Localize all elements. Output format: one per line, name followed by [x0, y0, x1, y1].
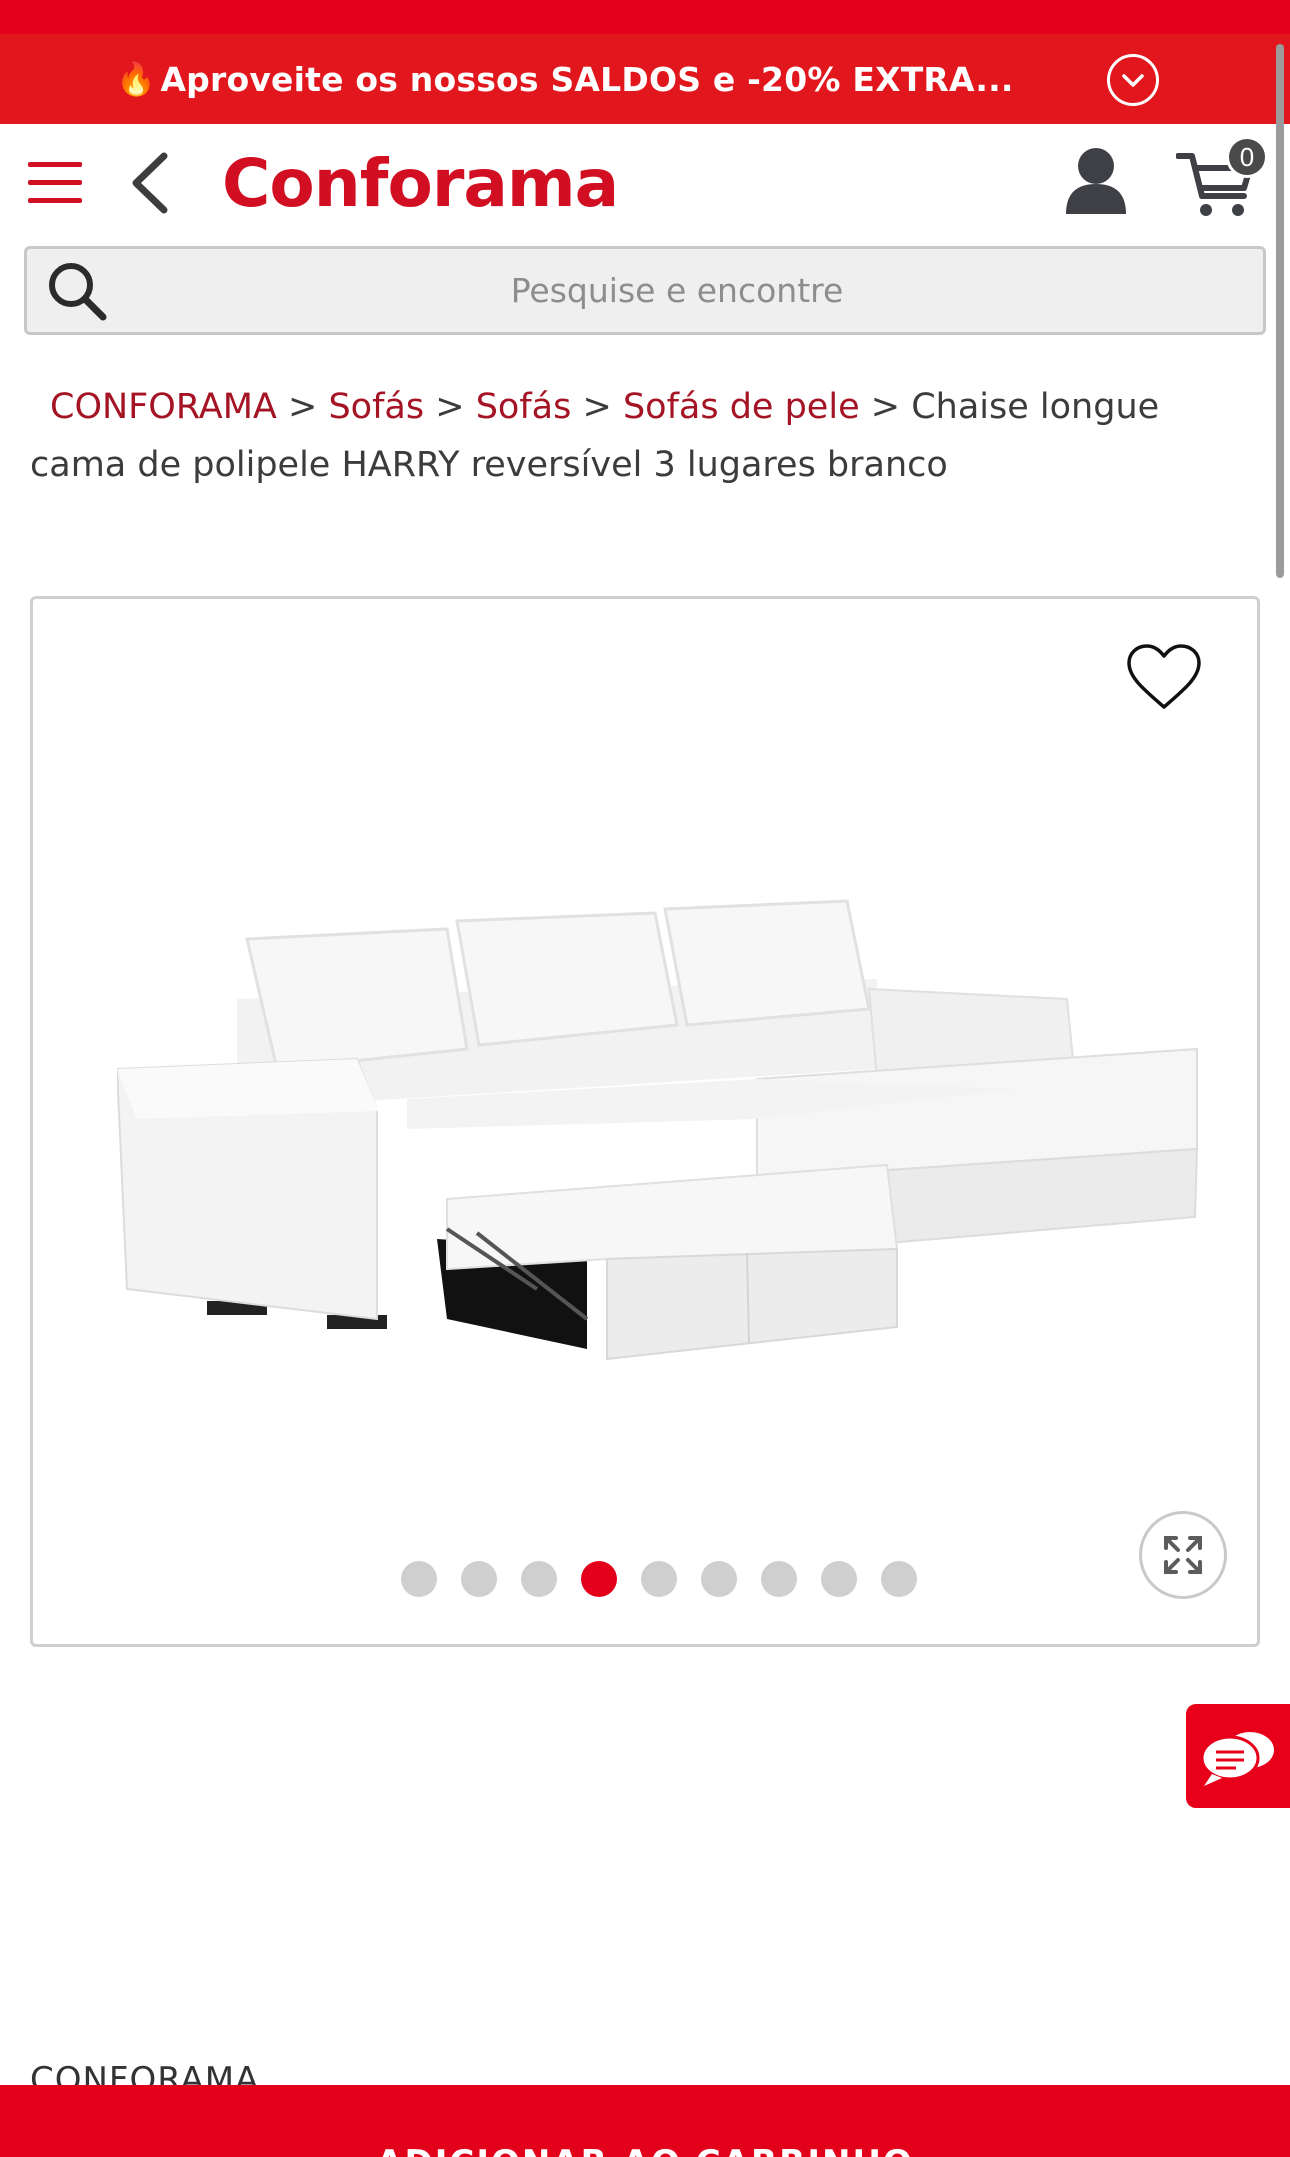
heart-icon[interactable] — [1125, 643, 1203, 713]
add-to-cart-button[interactable]: ADICIONAR AO CARRINHO — [0, 2085, 1290, 2157]
cart-count-badge: 0 — [1226, 136, 1268, 178]
breadcrumb-separator: > — [582, 387, 612, 427]
gallery-dot[interactable] — [581, 1561, 617, 1597]
breadcrumb-item-sofas-sub[interactable]: Sofás — [476, 387, 572, 427]
chat-icon — [1200, 1732, 1274, 1786]
page: 🔥 Aproveite os nossos SALDOS e -20% EXTR… — [0, 0, 1290, 2157]
menu-icon[interactable] — [28, 154, 84, 210]
account-icon[interactable] — [1064, 146, 1128, 216]
gallery-dot[interactable] — [401, 1561, 437, 1597]
site-header: Conforama — [0, 124, 1290, 242]
breadcrumb: CONFORAMA > Sofás > Sofás > Sofás de pel… — [30, 378, 1266, 494]
breadcrumb-separator: > — [287, 387, 318, 427]
gallery-pagination — [33, 1561, 1257, 1601]
product-gallery[interactable] — [30, 596, 1260, 1647]
logo[interactable]: Conforama — [222, 138, 619, 228]
add-to-cart-label: ADICIONAR AO CARRINHO — [0, 2143, 1290, 2157]
back-icon[interactable] — [122, 150, 182, 216]
flame-icon: 🔥 — [116, 60, 157, 98]
search-icon[interactable] — [45, 259, 109, 323]
gallery-dot[interactable] — [521, 1561, 557, 1597]
search-bar — [24, 246, 1266, 335]
search-input[interactable] — [127, 249, 1227, 332]
breadcrumb-separator: > — [435, 387, 465, 427]
gallery-dot[interactable] — [821, 1561, 857, 1597]
promo-text: Aproveite os nossos SALDOS e -20% EXTRA.… — [160, 59, 1014, 99]
gallery-dot[interactable] — [701, 1561, 737, 1597]
promo-banner[interactable]: 🔥 Aproveite os nossos SALDOS e -20% EXTR… — [0, 34, 1290, 124]
expand-icon[interactable] — [1139, 1511, 1227, 1599]
gallery-dot[interactable] — [641, 1561, 677, 1597]
gallery-dot[interactable] — [761, 1561, 797, 1597]
chevron-down-circle-icon[interactable] — [1107, 54, 1159, 106]
breadcrumb-item-sofas-de-pele[interactable]: Sofás de pele — [623, 387, 860, 427]
chat-button[interactable] — [1186, 1704, 1290, 1808]
product-image[interactable] — [115, 849, 1217, 1389]
promo-text-row: 🔥 Aproveite os nossos SALDOS e -20% EXTR… — [0, 34, 1130, 124]
breadcrumb-item-home[interactable]: CONFORAMA — [50, 387, 277, 427]
breadcrumb-separator: > — [870, 387, 901, 427]
gallery-dot[interactable] — [461, 1561, 497, 1597]
status-strip — [0, 0, 1290, 34]
breadcrumb-item-sofas[interactable]: Sofás — [328, 387, 424, 427]
scrollbar[interactable] — [1276, 44, 1284, 578]
gallery-dot[interactable] — [881, 1561, 917, 1597]
